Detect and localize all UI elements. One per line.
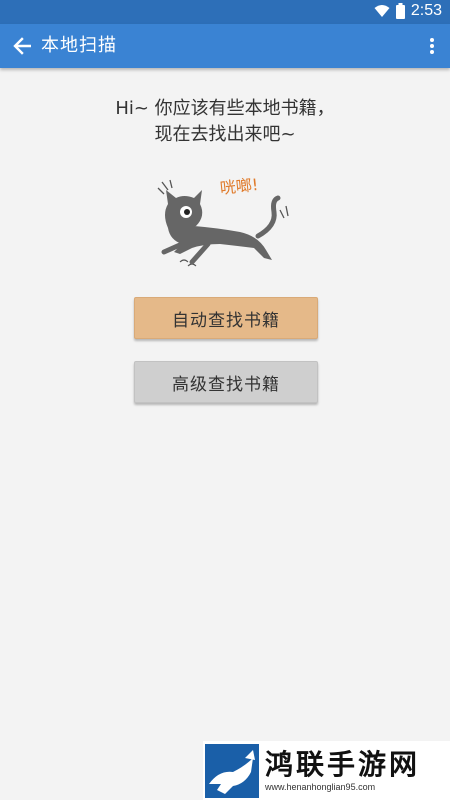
status-bar: 2:53 bbox=[0, 0, 450, 24]
status-icons: 2:53 bbox=[374, 2, 442, 20]
greeting-line-1: Hi~ 你应该有些本地书籍， bbox=[115, 98, 335, 119]
watermark-domain: www.henanhonglian95.com bbox=[265, 781, 376, 792]
back-button[interactable] bbox=[8, 32, 36, 60]
overflow-menu-button[interactable] bbox=[424, 32, 440, 60]
battery-icon bbox=[395, 3, 405, 19]
watermark-text: 鸿联手游网 www.henanhonglian95.com bbox=[265, 747, 421, 793]
advanced-search-books-button[interactable]: 高级查找书籍 bbox=[134, 361, 318, 403]
watermark: 鸿联手游网 www.henanhonglian95.com bbox=[203, 741, 450, 800]
page-title: 本地扫描 bbox=[41, 35, 117, 56]
illustration-caption: 咣啷! bbox=[219, 175, 259, 198]
greeting-text: Hi~ 你应该有些本地书籍， 现在去找出来吧~ bbox=[0, 96, 450, 148]
arrow-left-icon bbox=[13, 37, 31, 55]
cat-illustration: 咣啷! bbox=[157, 175, 289, 267]
watermark-brand: 鸿联手游网 bbox=[265, 747, 421, 781]
status-time: 2:53 bbox=[410, 2, 442, 19]
wifi-icon bbox=[374, 5, 390, 17]
auto-search-books-button[interactable]: 自动查找书籍 bbox=[134, 297, 318, 339]
app-bar: 本地扫描 bbox=[0, 24, 450, 68]
bull-logo-icon bbox=[205, 743, 259, 798]
more-vert-icon bbox=[430, 38, 434, 54]
greeting-line-2: 现在去找出来吧~ bbox=[154, 124, 296, 145]
